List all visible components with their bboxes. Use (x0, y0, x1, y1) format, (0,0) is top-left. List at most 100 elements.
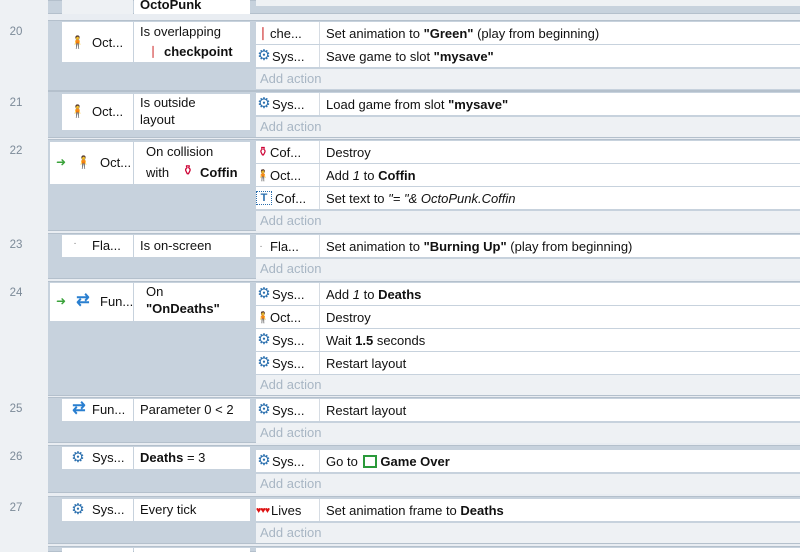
layout-icon (363, 454, 378, 468)
action-param: Game Over (380, 453, 450, 469)
condition-object: checkpoint (164, 44, 233, 59)
trigger-arrow-icon: ➜ (56, 155, 67, 169)
action-object: Sys... (272, 48, 305, 64)
event-25-object[interactable]: ⇄ Fun... (62, 399, 133, 421)
action-row[interactable]: 🧍 Oct... Add 1 to Coffin (256, 164, 800, 186)
action-row[interactable]: ⚙ Sys... Go to Game Over (256, 450, 800, 472)
event-27-condition[interactable]: Every tick (134, 499, 250, 521)
action-suffix: (play from beginning) (506, 238, 633, 254)
event-24-condition[interactable]: On "OnDeaths" (134, 283, 250, 321)
event-20-object[interactable]: 🧍 Oct... (62, 22, 133, 62)
condition-with: with (146, 165, 170, 180)
hearts-icon: ♥♥♥ (256, 505, 270, 515)
event-19-cond[interactable]: OctoPunk (134, 0, 250, 14)
object-name: Oct... (100, 155, 132, 170)
action-object: che... (270, 25, 302, 41)
action-text: Set animation frame to (326, 502, 461, 518)
action-text: Add (326, 167, 353, 183)
add-action-link[interactable]: Add action (256, 259, 800, 279)
condition-text: Is overlapping (140, 24, 221, 39)
octopunk-icon: 🧍 (256, 169, 270, 182)
action-text: Save game to slot (326, 48, 434, 64)
gear-icon: ⚙ (257, 354, 271, 371)
action-row[interactable]: ⚙ Sys... Restart layout (256, 399, 800, 421)
gear-icon: ⚙ (257, 452, 271, 469)
condition-text: On collision (146, 144, 214, 159)
condition-text: Every tick (140, 502, 197, 517)
action-row[interactable]: ⚙ Sys... Save game to slot "mysave" (256, 45, 800, 67)
action-text: Restart layout (326, 402, 407, 418)
event-21-condition[interactable]: Is outside layout (134, 94, 250, 130)
action-param: Coffin (378, 167, 416, 183)
action-text: Destroy (326, 144, 371, 160)
action-param: "Green" (423, 25, 474, 41)
action-row[interactable]: T Cof... Set text to "= "& OctoPunk.Coffi… (256, 187, 800, 209)
action-expression: "= "& OctoPunk.Coffin (388, 190, 516, 206)
action-row[interactable]: ♥♥♥ Lives Set animation frame to Deaths (256, 499, 800, 521)
function-loop-icon: ⇄ (72, 400, 86, 417)
action-text: Wait (326, 332, 356, 348)
action-param: "mysave" (433, 48, 494, 64)
event-28-actions (256, 548, 800, 552)
event-24-object[interactable]: ➜ ⇄ Fun... (50, 283, 133, 321)
action-row[interactable]: ⚙ Sys... Add 1 to Deaths (256, 283, 800, 305)
action-suffix: (play from beginning) (473, 25, 600, 41)
action-object: Sys... (272, 355, 305, 371)
action-number: 1 (352, 286, 360, 302)
flame-icon: · (259, 240, 263, 252)
add-action-link[interactable]: Add action (256, 117, 800, 137)
add-action-link[interactable]: Add action (256, 423, 800, 443)
condition-text-2: layout (140, 112, 175, 127)
event-23-object[interactable]: · Fla... (62, 235, 133, 257)
action-row[interactable]: ⚱ Cof... Destroy (256, 141, 800, 163)
event-20-condition[interactable]: Is overlapping ❘ checkpoint (134, 22, 250, 62)
event-27-object[interactable]: ⚙ Sys... (62, 499, 133, 521)
event-26-condition[interactable]: Deaths = 3 (134, 447, 250, 469)
action-object: Cof... (270, 144, 302, 160)
event-22-condition[interactable]: On collision with ⚱ Coffin (134, 142, 250, 184)
action-text: Set text to (326, 190, 389, 206)
gear-icon: ⚙ (71, 449, 85, 466)
condition-text: Parameter 0 < 2 (140, 402, 234, 417)
event-26-object[interactable]: ⚙ Sys... (62, 447, 133, 469)
action-object: Sys... (272, 96, 305, 112)
line-number-gutter (0, 0, 48, 552)
event-23-condition[interactable]: Is on-screen (134, 235, 250, 257)
event-21-object[interactable]: 🧍 Oct... (62, 94, 133, 130)
add-action-link[interactable]: Add action (256, 523, 800, 543)
action-param: "mysave" (448, 96, 509, 112)
action-number: 1 (352, 167, 360, 183)
coffin-icon: ⚱ (182, 162, 194, 178)
action-object: Oct... (270, 167, 302, 183)
action-to: to (359, 167, 379, 183)
flame-icon: · (73, 238, 77, 249)
object-name: Fun... (100, 294, 134, 309)
event-number: 21 (9, 97, 23, 109)
gear-icon: ⚙ (257, 95, 271, 112)
action-row[interactable]: ⚙ Sys... Wait 1.5 seconds (256, 329, 800, 351)
event-25-condition[interactable]: Parameter 0 < 2 (134, 399, 250, 421)
action-row[interactable]: · Fla... Set animation to "Burning Up" (p… (256, 235, 800, 257)
add-action-link[interactable]: Add action (256, 474, 800, 494)
action-row[interactable]: 🧍 Oct... Destroy (256, 306, 800, 328)
add-action-link[interactable]: Add action (256, 69, 800, 89)
event-19-actions (256, 0, 800, 6)
add-action-link[interactable]: Add action (256, 375, 800, 395)
gear-icon: ⚙ (257, 401, 271, 418)
action-row[interactable]: ❘ che... Set animation to "Green" (play f… (256, 22, 800, 44)
event-number: 26 (9, 451, 23, 463)
event-22-object[interactable]: ➜ 🧍 Oct... (50, 142, 133, 184)
condition-text: Is outside (140, 95, 196, 110)
condition-text: = 3 (183, 450, 206, 465)
octopunk-icon: 🧍 (70, 35, 85, 49)
object-name: Sys... (92, 450, 125, 465)
add-action-link[interactable]: Add action (256, 211, 800, 231)
action-text: Load game from slot (326, 96, 449, 112)
action-text: Add (326, 286, 353, 302)
action-to: to (359, 286, 379, 302)
action-row[interactable]: ⚙ Sys... Load game from slot "mysave" (256, 93, 800, 115)
checkpoint-icon: ❘ (257, 25, 269, 40)
event-number: 25 (9, 403, 23, 415)
event-number: 23 (9, 239, 23, 251)
action-row[interactable]: ⚙ Sys... Restart layout (256, 352, 800, 374)
